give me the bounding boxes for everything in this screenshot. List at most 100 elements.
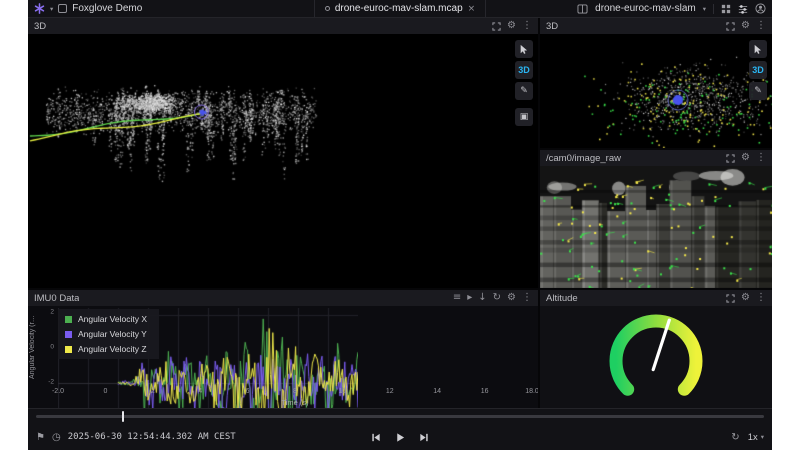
- x-tick-label: 0: [103, 388, 107, 395]
- 3d-viewport[interactable]: 3D ✎ ▣: [28, 34, 538, 288]
- more-menu-icon[interactable]: ⋮: [756, 293, 766, 303]
- select-tool-button[interactable]: [515, 40, 533, 58]
- y-tick-label: 2: [50, 308, 54, 315]
- x-tick-label: 2: [151, 388, 155, 395]
- camera-image-canvas[interactable]: [540, 166, 772, 288]
- playhead[interactable]: [122, 411, 124, 422]
- settings-sliders-icon[interactable]: [738, 4, 748, 14]
- camera-mode-toggle[interactable]: 3D: [515, 61, 533, 79]
- chevron-down-icon[interactable]: ▾: [50, 5, 53, 13]
- fullscreen-icon[interactable]: [492, 22, 501, 31]
- transport-controls: ⚑ ◷ 2025-06-30 12:54:44.302 AM CEST ↻ 1x: [28, 424, 772, 450]
- y-axis-ticks: 20-2: [43, 308, 56, 386]
- panel-3d-secondary: 3D ⚙ ⋮ 3D: [540, 18, 772, 148]
- more-menu-icon[interactable]: ⋮: [522, 293, 532, 303]
- transport-left: ⚑ ◷ 2025-06-30 12:54:44.302 AM CEST: [36, 432, 236, 443]
- x-tick-label: 12: [386, 388, 394, 395]
- event-marker-icon[interactable]: ⚑: [36, 432, 45, 443]
- panel-header[interactable]: 3D ⚙ ⋮: [540, 18, 772, 34]
- camera-image-view[interactable]: [540, 166, 772, 288]
- legend-item[interactable]: Angular Velocity Y: [65, 329, 147, 339]
- timeline-track[interactable]: [36, 415, 764, 418]
- chevron-down-icon[interactable]: ▾: [703, 5, 706, 13]
- fullscreen-icon[interactable]: [726, 154, 735, 163]
- play-pause-icon[interactable]: ▸: [467, 293, 472, 303]
- panel-title: 3D: [546, 21, 558, 32]
- panel-grid: 3D ⚙ ⋮ 3D: [28, 18, 772, 408]
- panel-title: /cam0/image_raw: [546, 153, 621, 164]
- panel-imu-plot: IMU0 Data ≡ ▸ ↓ ↻ ⚙ ⋮ Angular Velocity (…: [28, 290, 538, 408]
- layout-name[interactable]: drone-euroc-mav-slam: [595, 3, 696, 14]
- playback-speed[interactable]: 1x ▾: [748, 432, 764, 443]
- layout-grid-icon[interactable]: [721, 4, 731, 14]
- 3d-toolbar: 3D ✎: [749, 40, 767, 100]
- pointcloud-canvas[interactable]: [540, 34, 772, 148]
- clock-icon[interactable]: ◷: [52, 432, 61, 443]
- legend-label: Angular Velocity X: [78, 314, 147, 324]
- layout-split-icon[interactable]: [577, 4, 588, 14]
- x-tick-label: 4: [198, 388, 202, 395]
- speed-value: 1x: [748, 432, 758, 443]
- chevron-down-icon: ▾: [761, 433, 764, 441]
- more-menu-icon[interactable]: ⋮: [756, 21, 766, 31]
- panel-header[interactable]: 3D ⚙ ⋮: [28, 18, 538, 34]
- account-icon[interactable]: [755, 3, 766, 14]
- panel-header[interactable]: Altitude ⚙ ⋮: [540, 290, 772, 306]
- camera-mode-toggle[interactable]: 3D: [749, 61, 767, 79]
- sync-icon[interactable]: ↻: [493, 293, 501, 303]
- panel-3d-main: 3D ⚙ ⋮ 3D: [28, 18, 538, 288]
- y-tick-label: 0: [50, 344, 54, 351]
- frame-follow-button[interactable]: ▣: [515, 108, 533, 126]
- settings-gear-icon[interactable]: ⚙: [741, 153, 750, 163]
- panel-title: 3D: [34, 21, 46, 32]
- foxglove-logo-icon[interactable]: [34, 3, 45, 14]
- panel-header[interactable]: /cam0/image_raw ⚙ ⋮: [540, 150, 772, 166]
- settings-gear-icon[interactable]: ⚙: [741, 293, 750, 303]
- fullscreen-icon[interactable]: [726, 294, 735, 303]
- playback-bar: ⚑ ◷ 2025-06-30 12:54:44.302 AM CEST ↻ 1x: [28, 408, 772, 450]
- loop-icon[interactable]: ↻: [731, 432, 739, 443]
- seek-forward-button[interactable]: [419, 432, 430, 443]
- panel-actions: ⚙ ⋮: [492, 21, 532, 31]
- plot-area[interactable]: Angular Velocity (r… 20-2 -2.00246810121…: [28, 306, 538, 408]
- 3d-toolbar: 3D ✎ ▣: [515, 40, 533, 126]
- panel-title: Altitude: [546, 293, 578, 304]
- panel-actions: ⚙ ⋮: [726, 21, 766, 31]
- x-tick-label: 16: [481, 388, 489, 395]
- divider: [713, 4, 714, 14]
- settings-gear-icon[interactable]: ⚙: [741, 21, 750, 31]
- x-tick-label: 18.0: [525, 388, 538, 395]
- settings-gear-icon[interactable]: ⚙: [507, 21, 516, 31]
- fullscreen-icon[interactable]: [726, 22, 735, 31]
- panel-header[interactable]: IMU0 Data ≡ ▸ ↓ ↻ ⚙ ⋮: [28, 290, 538, 306]
- legend-item[interactable]: Angular Velocity Z: [65, 344, 147, 354]
- source-tab[interactable]: drone-euroc-mav-slam.mcap ×: [314, 0, 486, 17]
- data-source-icon[interactable]: [58, 4, 67, 13]
- close-icon[interactable]: ×: [468, 4, 476, 14]
- x-tick-label: 14: [433, 388, 441, 395]
- x-axis-ticks: -2.0024681012141618.0: [58, 388, 532, 397]
- top-bar: ▾ Foxglove Demo drone-euroc-mav-slam.mca…: [28, 0, 772, 18]
- seek-start-button[interactable]: [371, 432, 382, 443]
- data-table-icon[interactable]: ≡: [453, 293, 461, 303]
- x-tick-label: 8: [293, 388, 297, 395]
- timeline-scrubber[interactable]: [28, 409, 772, 424]
- panel-title: IMU0 Data: [34, 293, 79, 304]
- more-menu-icon[interactable]: ⋮: [522, 21, 532, 31]
- legend-swatch: [65, 316, 72, 323]
- measure-tool-button[interactable]: ✎: [515, 82, 533, 100]
- pointcloud-canvas[interactable]: [28, 34, 328, 184]
- plot-legend[interactable]: Angular Velocity X Angular Velocity Y An…: [58, 309, 159, 359]
- source-tab-label: drone-euroc-mav-slam.mcap: [335, 3, 463, 14]
- transport-right: ↻ 1x ▾: [731, 432, 764, 443]
- measure-tool-button[interactable]: ✎: [749, 82, 767, 100]
- download-icon[interactable]: ↓: [478, 293, 486, 303]
- play-button[interactable]: [395, 432, 406, 443]
- select-tool-button[interactable]: [749, 40, 767, 58]
- legend-item[interactable]: Angular Velocity X: [65, 314, 147, 324]
- more-menu-icon[interactable]: ⋮: [756, 153, 766, 163]
- settings-gear-icon[interactable]: ⚙: [507, 293, 516, 303]
- y-axis-label: Angular Velocity (r…: [29, 308, 36, 386]
- panel-actions: ⚙ ⋮: [726, 153, 766, 163]
- 3d-viewport[interactable]: 3D ✎: [540, 34, 772, 148]
